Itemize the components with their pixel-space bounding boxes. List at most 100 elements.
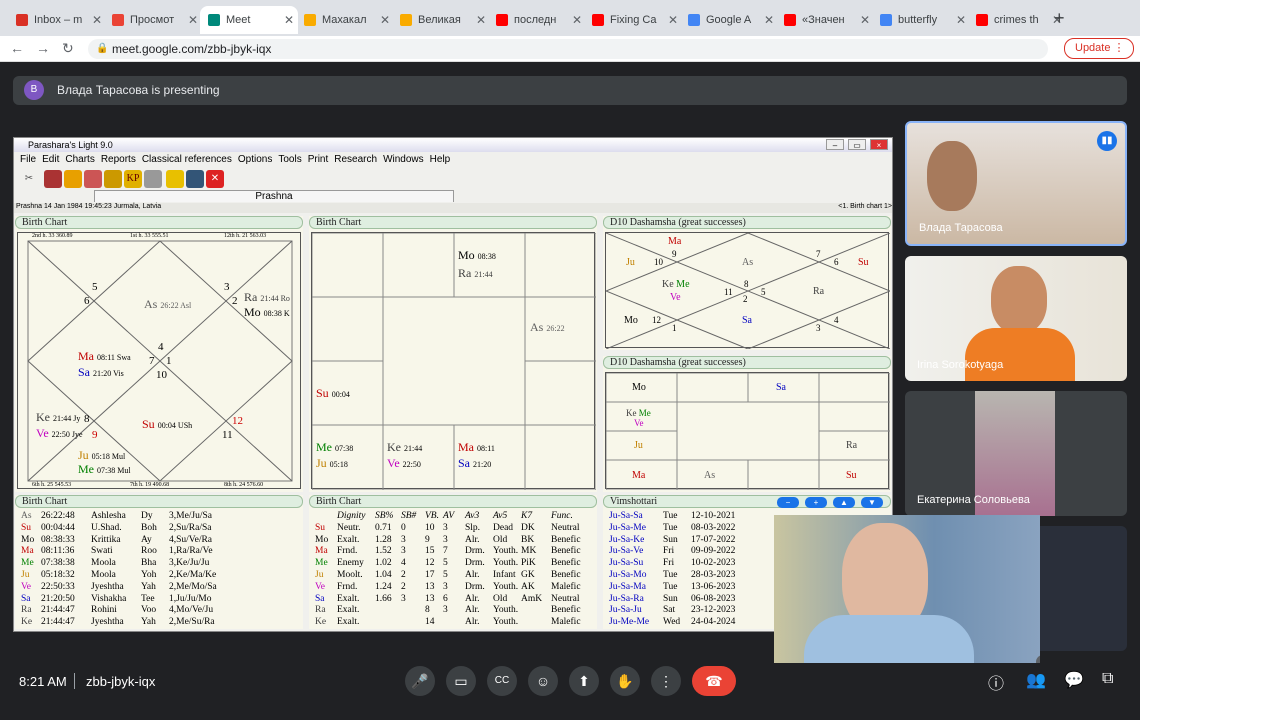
dasha-table: Ju-Sa-Sa Tue 12-10-2021 Ju-Sa-Me Tue 08-03-20… — [609, 511, 761, 629]
globe-icon[interactable] — [186, 170, 204, 188]
menu-item[interactable]: Options — [238, 154, 272, 165]
table-cell: GK — [521, 569, 535, 580]
table-cell: 1.04 — [375, 569, 392, 580]
table-cell: K7 — [521, 511, 533, 521]
update-button[interactable]: Update ⋮ — [1064, 38, 1134, 59]
table-cell: Me — [21, 558, 34, 569]
raise-hand-button[interactable]: ✋ — [610, 666, 640, 696]
leave-call-button[interactable]: ☎ — [692, 666, 736, 696]
reload-icon[interactable]: ↻ — [62, 40, 74, 57]
camera-button[interactable]: ▭ — [446, 666, 476, 696]
table-row: Su Neutr. 0.71 0 10 3 Slp. Dead DK Neutral — [315, 523, 593, 535]
table-cell: Youth. — [493, 617, 519, 628]
panel-title: Birth Chart — [15, 216, 303, 229]
table-cell: Moolt. — [337, 569, 363, 580]
table-cell: Alr. — [465, 569, 480, 580]
scroll-up-button[interactable]: ▲ — [833, 497, 855, 508]
table-row: Ma Frnd. 1.52 3 15 7 Drm. Youth. MK Benefic — [315, 546, 593, 558]
table-cell: Neutr. — [337, 522, 361, 533]
table-cell: Exalt. — [337, 605, 360, 616]
table-cell — [401, 617, 425, 629]
chart-icon[interactable] — [44, 170, 62, 188]
table-cell — [315, 511, 337, 523]
microphone-button[interactable]: 🎤 — [405, 666, 435, 696]
forward-icon[interactable]: → — [36, 40, 50, 56]
chat-icon[interactable]: 💬 — [1064, 670, 1084, 690]
menu-item[interactable]: Print — [308, 154, 329, 165]
tab-title: Просмот — [130, 14, 175, 26]
browser-tab[interactable]: Google A ✕ — [680, 6, 778, 34]
table-cell: Vishakha — [91, 593, 127, 604]
browser-tab[interactable]: Махакал ✕ — [296, 6, 394, 34]
tab-favicon-icon — [400, 14, 412, 26]
browser-tab[interactable]: Великая ✕ — [392, 6, 490, 34]
participant-tile[interactable]: ▮▮ Влада Тарасова — [905, 121, 1127, 246]
tools-icon[interactable]: ✂ — [20, 170, 38, 188]
new-tab-icon[interactable]: + — [1054, 8, 1065, 29]
scroll-down-button[interactable]: ▼ — [861, 497, 883, 508]
menu-item[interactable]: Charts — [65, 154, 94, 165]
table-cell: MK — [521, 546, 537, 557]
chart-lines — [606, 233, 890, 349]
table-row: Ve Frnd. 1.24 2 13 3 Drm. Youth. AK Malefic — [315, 582, 593, 594]
table-row: Ra 21:44:47 Rohini Voo 4,Mo/Ve/Ju — [21, 605, 259, 617]
table-cell: Ke — [315, 617, 327, 628]
table-cell: 3 — [401, 534, 406, 545]
browser-tab[interactable]: Inbox – m ✕ — [8, 6, 106, 34]
people-icon[interactable]: 👥 — [1026, 670, 1046, 690]
menu-item[interactable]: Classical references — [142, 154, 232, 165]
self-view-video: 5 — [774, 515, 1040, 663]
menu-item[interactable]: Windows — [383, 154, 424, 165]
activities-icon[interactable]: ⧉ — [1102, 670, 1113, 688]
menu-item[interactable]: Help — [430, 154, 451, 165]
url-field[interactable]: 🔒 meet.google.com/zbb-jbyk-iqx — [88, 39, 1048, 59]
table-cell: 13-06-2023 — [691, 581, 736, 592]
heart-icon[interactable] — [84, 170, 102, 188]
minimize-icon[interactable]: – — [826, 139, 844, 150]
back-icon[interactable]: ← — [10, 40, 24, 56]
wheel-icon[interactable] — [104, 170, 122, 188]
tab-favicon-icon — [688, 14, 700, 26]
captions-button[interactable]: CC — [487, 666, 517, 696]
participant-tile[interactable]: Екатерина Соловьева — [905, 391, 1127, 516]
menu-item[interactable]: Edit — [42, 154, 59, 165]
close-icon[interactable]: × — [870, 139, 888, 150]
table-cell: SB# — [401, 511, 417, 521]
d10-south-panel: D10 Dashamsha (great successes) Mo Sa Ke… — [603, 356, 891, 492]
exit-icon[interactable]: ✕ — [206, 170, 224, 188]
meeting-details-icon[interactable]: ⓘ — [988, 670, 1004, 694]
d10-south-chart: Mo Sa Ke Me Ve Ju Ra Ma As Su — [605, 372, 890, 490]
sun-icon[interactable] — [64, 170, 82, 188]
expand-button[interactable]: + — [805, 497, 827, 508]
more-options-button[interactable]: ⋮ — [651, 666, 681, 696]
table-cell: Ju-Sa-Ju — [609, 605, 642, 616]
tab-prashna[interactable]: Prashna — [94, 190, 454, 202]
grid-icon[interactable] — [144, 170, 162, 188]
menu-item[interactable]: Research — [334, 154, 377, 165]
browser-tab[interactable]: Просмот ✕ — [104, 6, 202, 34]
menu-item[interactable]: Tools — [278, 154, 301, 165]
collapse-button[interactable]: − — [777, 497, 799, 508]
present-button[interactable]: ⬆ — [569, 666, 599, 696]
table-cell: Ju-Sa-Su — [609, 558, 644, 569]
kp-icon[interactable]: KP — [124, 170, 142, 188]
reactions-button[interactable]: ☺ — [528, 666, 558, 696]
tab-title: crimes th — [994, 14, 1039, 26]
browser-tab[interactable]: butterfly ✕ — [872, 6, 970, 34]
participant-tile[interactable]: Irina Sorokotyaga — [905, 256, 1127, 381]
table-cell: Ju-Sa-Ra — [609, 593, 644, 604]
table-cell: Moola — [91, 558, 116, 569]
table-cell: Wed — [663, 617, 681, 628]
edge-label: 2nd h. 33 360.89 — [32, 233, 73, 239]
browser-tab[interactable]: последн ✕ — [488, 6, 586, 34]
browser-tab[interactable]: Meet ✕ — [200, 6, 298, 34]
browser-tab[interactable]: «Значен ✕ — [776, 6, 874, 34]
browser-tab[interactable]: Fixing Ca ✕ — [584, 6, 682, 34]
maximize-icon[interactable]: ▭ — [848, 139, 866, 150]
browser-tab[interactable]: crimes th ✕ — [968, 6, 1066, 34]
menu-item[interactable]: Reports — [101, 154, 136, 165]
table-cell: Su — [21, 522, 32, 533]
menu-item[interactable]: File — [20, 154, 36, 165]
table-cell: Malefic — [551, 581, 581, 592]
star-icon[interactable] — [166, 170, 184, 188]
